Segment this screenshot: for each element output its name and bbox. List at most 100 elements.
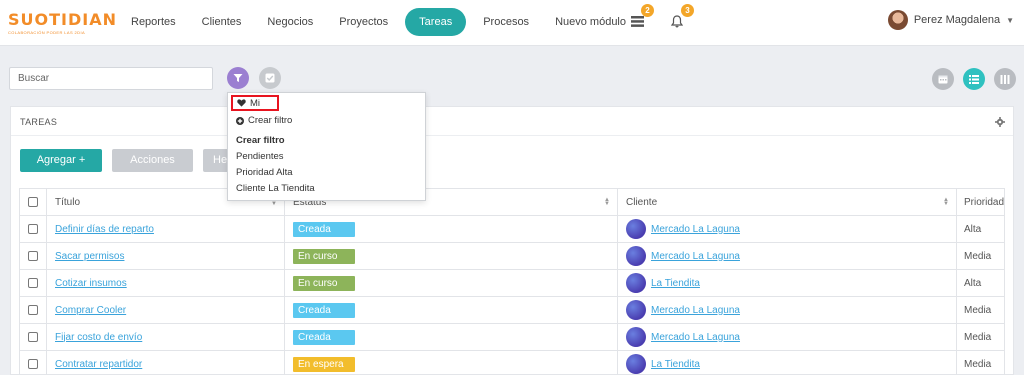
filter-option-mine[interactable]: Mi [231,95,279,111]
header-priority[interactable]: Prioridad [957,189,1006,215]
bell-icon[interactable]: 3 [668,4,694,32]
task-title-link[interactable]: Comprar Cooler [55,305,126,316]
nav-item-procesos[interactable]: Procesos [470,8,542,36]
table-row: Definir días de reparto Creada Mercado L… [20,216,1004,243]
table-row: Contratar repartidor En espera La Tiendi… [20,351,1004,375]
status-badge: Creada [293,302,355,318]
filter-option-prioridad-alta[interactable]: Prioridad Alta [236,167,293,178]
client-link[interactable]: La Tiendita [651,359,700,370]
header-client[interactable]: Cliente ▲ ▼ [618,189,957,215]
row-checkbox[interactable] [28,332,38,342]
list-view-button[interactable] [963,68,985,90]
client-link[interactable]: Mercado La Laguna [651,305,740,316]
user-menu[interactable]: Perez Magdalena ▼ [887,10,1014,30]
row-checkbox[interactable] [28,251,38,261]
select-all-checkbox[interactable] [28,197,38,207]
priority-value: Alta [964,223,982,235]
brand-tagline: COLABORACIÓN PODER LAS 2DIA [8,30,86,35]
filter-button[interactable] [227,67,249,89]
completed-toggle-button[interactable] [259,67,281,89]
top-navbar: SUOTIDIAN COLABORACIÓN PODER LAS 2DIA Re… [0,0,1024,46]
header-priority-label: Prioridad [964,196,1005,208]
table-row: Cotizar insumos En curso La Tiendita Alt… [20,270,1004,297]
nav-item-tareas[interactable]: Tareas [405,8,467,36]
search-input[interactable] [9,67,213,90]
task-title-link[interactable]: Cotizar insumos [55,278,127,289]
calendar-icon [938,75,948,84]
client-avatar [626,300,646,320]
client-cell: La Tiendita [618,351,957,375]
filter-dropdown: Mi Crear filtro Crear filtro Pendientes … [227,92,426,201]
client-link[interactable]: La Tiendita [651,278,700,289]
chevron-down-icon: ▼ [1006,15,1014,25]
status-badge: En curso [293,275,355,291]
gear-icon[interactable] [995,117,1005,127]
table-header: Título▲▼ Estatus▲▼ Cliente▲▼ Prioridad [20,189,1004,216]
task-title-link[interactable]: Contratar repartidor [55,359,142,370]
actions-button[interactable]: Acciones [112,149,193,172]
row-checkbox[interactable] [28,278,38,288]
nav-item-clientes[interactable]: Clientes [189,8,255,36]
nav-item-reportes[interactable]: Reportes [118,8,189,36]
row-check-cell [20,216,47,242]
saved-filters-heading: Crear filtro [236,135,285,146]
priority-value: Media [964,358,992,370]
columns-icon [1000,74,1010,84]
task-title-link[interactable]: Fijar costo de envío [55,332,142,343]
plus-circle-icon [236,116,244,125]
nav-item-proyectos[interactable]: Proyectos [326,8,401,36]
status-badge: En espera [293,356,355,372]
create-filter-action[interactable]: Crear filtro [236,115,292,126]
avatar [887,10,908,30]
table-row: Comprar Cooler Creada Mercado La Laguna … [20,297,1004,324]
nav-item-negocios[interactable]: Negocios [254,8,326,36]
client-link[interactable]: Mercado La Laguna [651,224,740,235]
client-cell: Mercado La Laguna [618,297,957,323]
create-filter-label: Crear filtro [248,115,293,126]
task-title-link[interactable]: Sacar permisos [55,251,124,262]
client-link[interactable]: Mercado La Laguna [651,332,740,343]
status-cell: En curso [285,270,618,296]
client-avatar [626,327,646,347]
client-avatar [626,354,646,374]
task-title-cell: Comprar Cooler [47,297,285,323]
nav-icons: 2 3 [628,4,694,32]
task-title-link[interactable]: Definir días de reparto [55,224,154,235]
columns-view-button[interactable] [994,68,1016,90]
row-check-cell [20,324,47,350]
add-task-button[interactable]: Agregar + [20,149,102,172]
client-avatar [626,246,646,266]
filter-option-cliente-la-tiendita[interactable]: Cliente La Tiendita [236,183,315,194]
status-cell: Creada [285,324,618,350]
task-title-cell: Cotizar insumos [47,270,285,296]
nav-item-nuevo-modulo[interactable]: Nuevo módulo [542,8,639,36]
calendar-view-button[interactable] [932,68,954,90]
client-cell: La Tiendita [618,270,957,296]
header-client-label: Cliente [626,196,658,208]
priority-cell: Alta [957,216,1006,242]
client-link[interactable]: Mercado La Laguna [651,251,740,262]
status-cell: Creada [285,216,618,242]
brand-name: SUOTIDIAN [8,10,117,29]
row-check-cell [20,297,47,323]
client-avatar [626,219,646,239]
bell-badge: 3 [681,4,694,17]
priority-value: Media [964,250,992,262]
client-avatar [626,273,646,293]
tasks-table: Título▲▼ Estatus▲▼ Cliente▲▼ Prioridad D… [19,188,1005,375]
priority-cell: Media [957,297,1006,323]
priority-value: Alta [964,277,982,289]
row-check-cell [20,351,47,375]
row-checkbox[interactable] [28,359,38,369]
row-checkbox[interactable] [28,224,38,234]
task-title-cell: Fijar costo de envío [47,324,285,350]
user-name: Perez Magdalena [913,14,1001,26]
list-view-icon [969,74,979,84]
brand-logo[interactable]: SUOTIDIAN COLABORACIÓN PODER LAS 2DIA [8,11,118,37]
row-checkbox[interactable] [28,305,38,315]
priority-value: Media [964,331,992,343]
client-cell: Mercado La Laguna [618,324,957,350]
client-cell: Mercado La Laguna [618,216,957,242]
filter-option-pendientes[interactable]: Pendientes [236,151,284,162]
list-icon[interactable]: 2 [628,4,654,32]
